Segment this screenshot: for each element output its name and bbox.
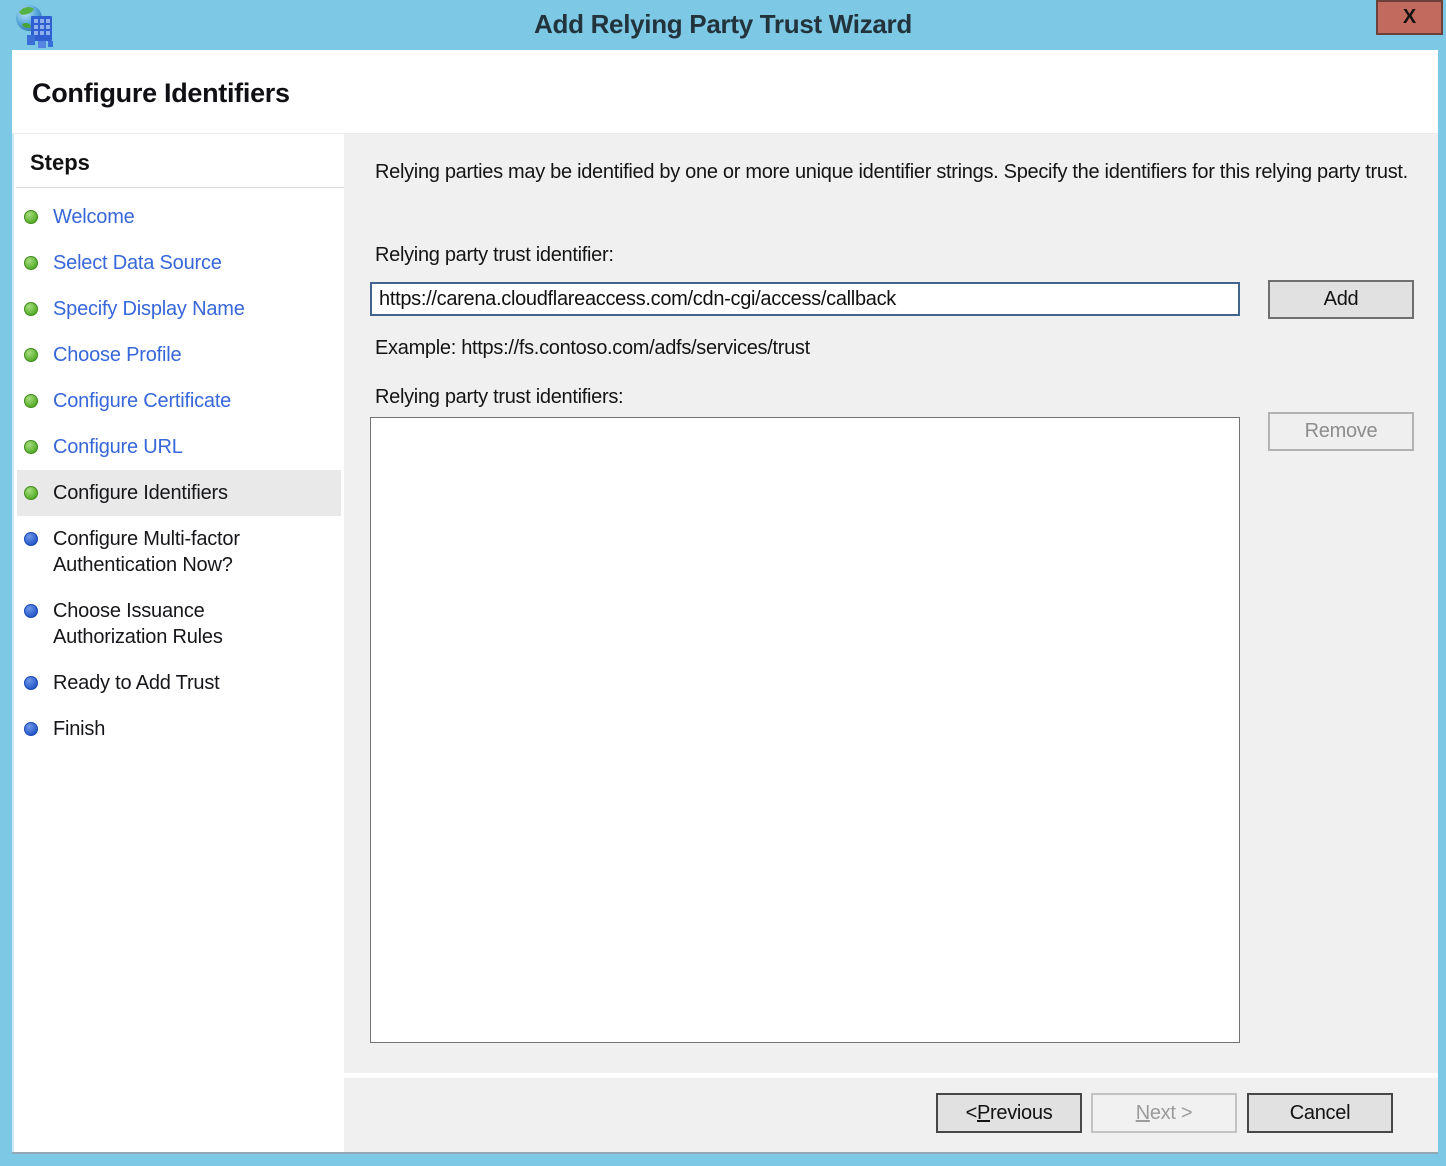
titlebar: Add Relying Party Trust Wizard X (0, 0, 1446, 50)
sidebar-item-configure-url[interactable]: Configure URL (17, 424, 341, 470)
page-header: Configure Identifiers (12, 50, 1438, 134)
footer-buttonbar: < Previous Next > Cancel (344, 1078, 1438, 1152)
identifiers-listbox[interactable] (370, 417, 1240, 1043)
close-button[interactable]: X (1376, 0, 1443, 35)
page-title: Configure Identifiers (32, 78, 290, 109)
relying-party-identifier-input[interactable] (370, 282, 1240, 316)
previous-button[interactable]: < Previous (936, 1093, 1082, 1133)
step-upcoming-icon (24, 722, 38, 736)
step-completed-icon (24, 302, 38, 316)
sidebar-item-ready-to-add-trust[interactable]: Ready to Add Trust (17, 660, 341, 706)
next-button[interactable]: Next > (1091, 1093, 1237, 1133)
example-text: Example: https://fs.contoso.com/adfs/ser… (375, 337, 810, 360)
step-completed-icon (24, 440, 38, 454)
sidebar-item-welcome[interactable]: Welcome (17, 194, 341, 240)
content-pane: Relying parties may be identified by one… (344, 134, 1438, 1073)
sidebar-item-select-data-source[interactable]: Select Data Source (17, 240, 341, 286)
step-upcoming-icon (24, 604, 38, 618)
step-completed-icon (24, 256, 38, 270)
wizard-window: Configure Identifiers Steps Welcome Sele… (12, 50, 1438, 1152)
sidebar-item-configure-multifactor[interactable]: Configure Multi-factor Authentication No… (17, 516, 341, 588)
steps-list: Welcome Select Data Source Specify Displ… (14, 194, 344, 752)
steps-sidebar: Steps Welcome Select Data Source Specify… (12, 134, 344, 1152)
sidebar-item-configure-identifiers[interactable]: Configure Identifiers (17, 470, 341, 516)
identifier-input-label: Relying party trust identifier: (375, 244, 614, 267)
step-completed-icon (24, 394, 38, 408)
sidebar-item-finish[interactable]: Finish (17, 706, 341, 752)
main-column: Relying parties may be identified by one… (344, 134, 1438, 1152)
step-completed-icon (24, 348, 38, 362)
step-completed-icon (24, 486, 38, 500)
step-upcoming-icon (24, 532, 38, 546)
window-title: Add Relying Party Trust Wizard (0, 0, 1446, 50)
remove-button[interactable]: Remove (1268, 412, 1414, 451)
identifiers-list-label: Relying party trust identifiers: (375, 386, 623, 409)
close-icon: X (1403, 6, 1416, 29)
cancel-button[interactable]: Cancel (1247, 1093, 1393, 1133)
sidebar-item-choose-profile[interactable]: Choose Profile (17, 332, 341, 378)
step-upcoming-icon (24, 676, 38, 690)
intro-text: Relying parties may be identified by one… (375, 158, 1415, 186)
sidebar-item-configure-certificate[interactable]: Configure Certificate (17, 378, 341, 424)
step-completed-icon (24, 210, 38, 224)
add-button[interactable]: Add (1268, 280, 1414, 319)
sidebar-item-specify-display-name[interactable]: Specify Display Name (17, 286, 341, 332)
sidebar-item-choose-issuance-rules[interactable]: Choose Issuance Authorization Rules (17, 588, 341, 660)
steps-divider (16, 187, 344, 188)
steps-heading: Steps (30, 150, 344, 176)
